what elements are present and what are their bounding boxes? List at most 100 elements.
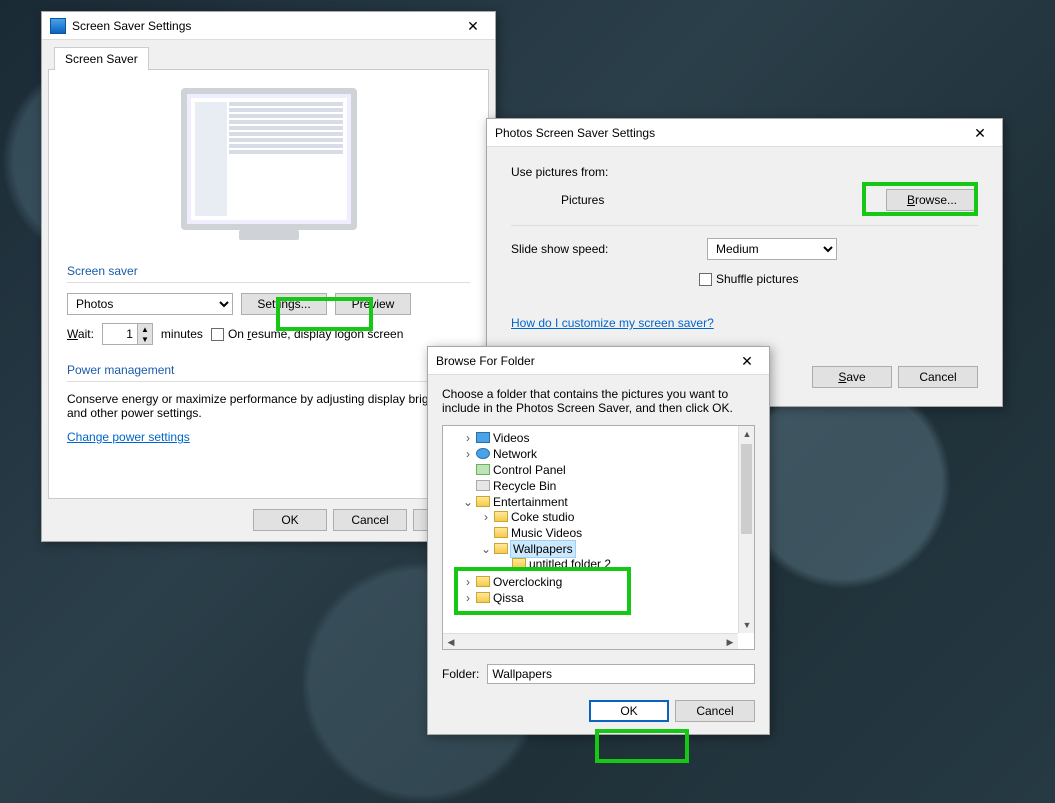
folder-icon: [512, 558, 526, 569]
cancel-button[interactable]: Cancel: [898, 366, 978, 388]
scroll-thumb[interactable]: [741, 444, 752, 534]
folder-tree[interactable]: › Videos › Network Control Panel Recycle B…: [442, 425, 755, 650]
titlebar[interactable]: Browse For Folder ✕: [428, 347, 769, 375]
close-icon: ✕: [974, 126, 986, 140]
chevron-down-icon[interactable]: ⌄: [481, 542, 491, 556]
tree-item-selected[interactable]: ⌄ Wallpapers untitled folder 2: [481, 541, 752, 573]
ok-button[interactable]: OK: [589, 700, 669, 722]
browse-button[interactable]: Browse...: [886, 189, 978, 211]
folder-icon: [476, 592, 490, 603]
tree-label: Recycle Bin: [493, 479, 556, 493]
close-icon: ✕: [741, 354, 753, 368]
folder-name-input[interactable]: [487, 664, 755, 684]
window-title: Screen Saver Settings: [72, 19, 449, 33]
scroll-left-icon[interactable]: ◀: [443, 634, 459, 650]
monitor-icon: [50, 18, 66, 34]
tree-label: Music Videos: [511, 526, 582, 540]
network-icon: [476, 448, 490, 459]
control-panel-icon: [476, 464, 490, 475]
shuffle-checkbox[interactable]: Shuffle pictures: [699, 272, 799, 286]
chevron-down-icon[interactable]: ⌄: [463, 495, 473, 509]
wait-minutes-input[interactable]: [102, 323, 138, 345]
folder-label: Folder:: [442, 667, 479, 681]
browse-button-label: Browse...: [907, 193, 957, 207]
tree-item[interactable]: untitled folder 2: [499, 556, 752, 572]
wait-label: Wait:: [67, 327, 94, 341]
folder-icon: [494, 543, 508, 554]
scroll-down-icon[interactable]: ▼: [739, 617, 755, 633]
tree-label: Network: [493, 447, 537, 461]
tree-item[interactable]: › Overclocking: [463, 574, 752, 590]
tree-item[interactable]: Music Videos: [481, 525, 752, 541]
tab-screen-saver[interactable]: Screen Saver: [54, 47, 149, 70]
chevron-right-icon[interactable]: ›: [463, 575, 473, 589]
close-icon: ✕: [467, 19, 479, 33]
vertical-scrollbar[interactable]: ▲ ▼: [738, 426, 754, 633]
window-title: Photos Screen Saver Settings: [495, 126, 956, 140]
folder-icon: [476, 496, 490, 507]
browse-folder-dialog: Browse For Folder ✕ Choose a folder that…: [427, 346, 770, 735]
checkbox-box-icon: [211, 328, 224, 341]
speed-label: Slide show speed:: [511, 242, 699, 256]
help-link[interactable]: How do I customize my screen saver?: [511, 316, 714, 330]
chevron-right-icon[interactable]: ›: [463, 447, 473, 461]
speed-dropdown[interactable]: Medium: [707, 238, 837, 260]
tree-item[interactable]: › Qissa: [463, 590, 752, 606]
folder-icon: [494, 527, 508, 538]
tree-label: Overclocking: [493, 575, 562, 589]
tree-label: Videos: [493, 431, 529, 445]
shuffle-label: Shuffle pictures: [716, 272, 799, 286]
screensaver-dropdown[interactable]: Photos: [67, 293, 233, 315]
cancel-button[interactable]: Cancel: [675, 700, 755, 722]
cancel-button[interactable]: Cancel: [333, 509, 407, 531]
window-title: Browse For Folder: [436, 354, 723, 368]
ok-button[interactable]: OK: [253, 509, 327, 531]
pictures-path-label: Pictures: [561, 193, 604, 207]
recycle-bin-icon: [476, 480, 490, 491]
minutes-label: minutes: [161, 327, 203, 341]
tree-label: Qissa: [493, 591, 524, 605]
settings-button[interactable]: Settings...: [241, 293, 327, 315]
tree-label: Wallpapers: [511, 541, 575, 557]
folder-icon: [476, 576, 490, 587]
wait-spinner[interactable]: ▲▼: [138, 323, 153, 345]
save-button[interactable]: Save: [812, 366, 892, 388]
chevron-right-icon[interactable]: ›: [463, 431, 473, 445]
tree-label: Control Panel: [493, 463, 566, 477]
close-button[interactable]: ✕: [962, 123, 998, 143]
close-button[interactable]: ✕: [455, 16, 491, 36]
change-power-settings-link[interactable]: Change power settings: [67, 430, 190, 444]
instruction-text: Choose a folder that contains the pictur…: [442, 387, 755, 415]
tree-item[interactable]: Control Panel: [463, 462, 752, 478]
spin-down-icon[interactable]: ▼: [138, 334, 152, 344]
use-pictures-label: Use pictures from:: [511, 165, 978, 179]
chevron-right-icon[interactable]: ›: [481, 510, 491, 524]
tree-item[interactable]: ⌄ Entertainment › Coke studio Music Videos…: [463, 494, 752, 574]
chevron-right-icon[interactable]: ›: [463, 591, 473, 605]
tree-label: Coke studio: [511, 510, 574, 524]
preview-monitor: [181, 88, 357, 230]
scroll-right-icon[interactable]: ▶: [722, 634, 738, 650]
spin-up-icon[interactable]: ▲: [138, 324, 152, 334]
titlebar[interactable]: Screen Saver Settings ✕: [42, 12, 495, 40]
settings-button-label: Settings...: [257, 297, 310, 311]
tree-item[interactable]: Recycle Bin: [463, 478, 752, 494]
checkbox-box-icon: [699, 273, 712, 286]
power-description: Conserve energy or maximize performance …: [67, 392, 470, 420]
resume-label: On resume, display logon screen: [228, 327, 403, 341]
group-power-label: Power management: [67, 363, 470, 377]
tree-item[interactable]: › Coke studio: [481, 509, 752, 525]
preview-button[interactable]: Preview: [335, 293, 411, 315]
videos-icon: [476, 432, 490, 443]
horizontal-scrollbar[interactable]: ◀ ▶: [443, 633, 738, 649]
tree-label: untitled folder 2: [529, 557, 611, 571]
scroll-up-icon[interactable]: ▲: [739, 426, 755, 442]
close-button[interactable]: ✕: [729, 351, 765, 371]
resume-checkbox[interactable]: On resume, display logon screen: [211, 327, 403, 341]
folder-icon: [494, 511, 508, 522]
tree-label: Entertainment: [493, 495, 568, 509]
tree-item[interactable]: › Videos: [463, 430, 752, 446]
tree-item[interactable]: › Network: [463, 446, 752, 462]
group-screensaver-label: Screen saver: [67, 264, 470, 278]
titlebar[interactable]: Photos Screen Saver Settings ✕: [487, 119, 1002, 147]
